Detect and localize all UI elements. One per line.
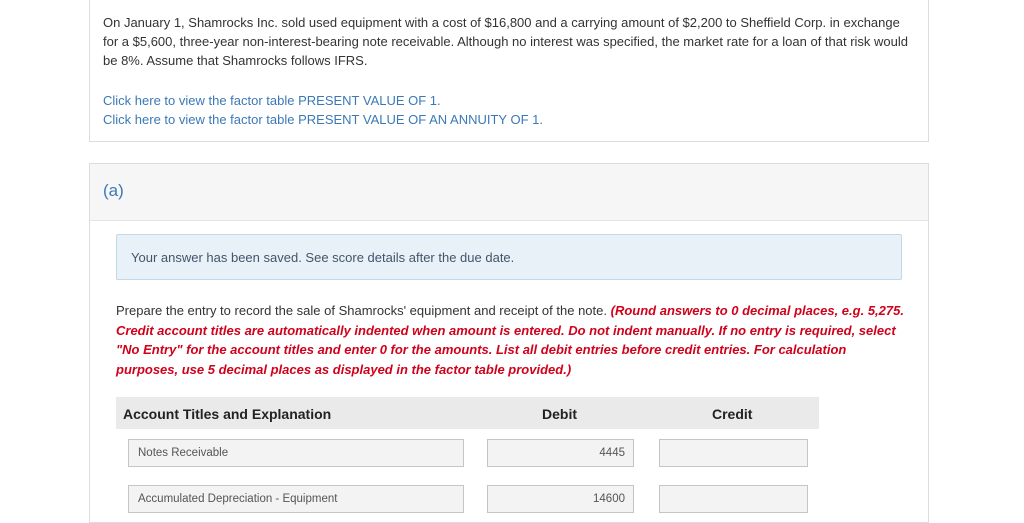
header-account-titles: Account Titles and Explanation [123,406,332,422]
part-label: (a) [103,181,124,200]
header-credit: Credit [712,406,753,422]
problem-text: On January 1, Shamrocks Inc. sold used e… [103,15,909,68]
saved-notice-text: Your answer has been saved. See score de… [131,250,515,265]
present-value-table-link[interactable]: Click here to view the factor table PRES… [103,93,441,108]
account-title-field-1[interactable]: Notes Receivable [128,439,464,467]
instructions: Prepare the entry to record the sale of … [116,301,906,379]
debit-field-2[interactable]: 14600 [487,485,634,513]
instructions-text: Prepare the entry to record the sale of … [116,303,607,318]
header-debit: Debit [542,406,577,422]
account-title-field-2[interactable]: Accumulated Depreciation - Equipment [128,485,464,513]
credit-field-1[interactable] [659,439,808,467]
present-value-annuity-table-link[interactable]: Click here to view the factor table PRES… [103,112,543,127]
credit-field-2[interactable] [659,485,808,513]
debit-field-1[interactable]: 4445 [487,439,634,467]
part-a-header [90,164,928,221]
